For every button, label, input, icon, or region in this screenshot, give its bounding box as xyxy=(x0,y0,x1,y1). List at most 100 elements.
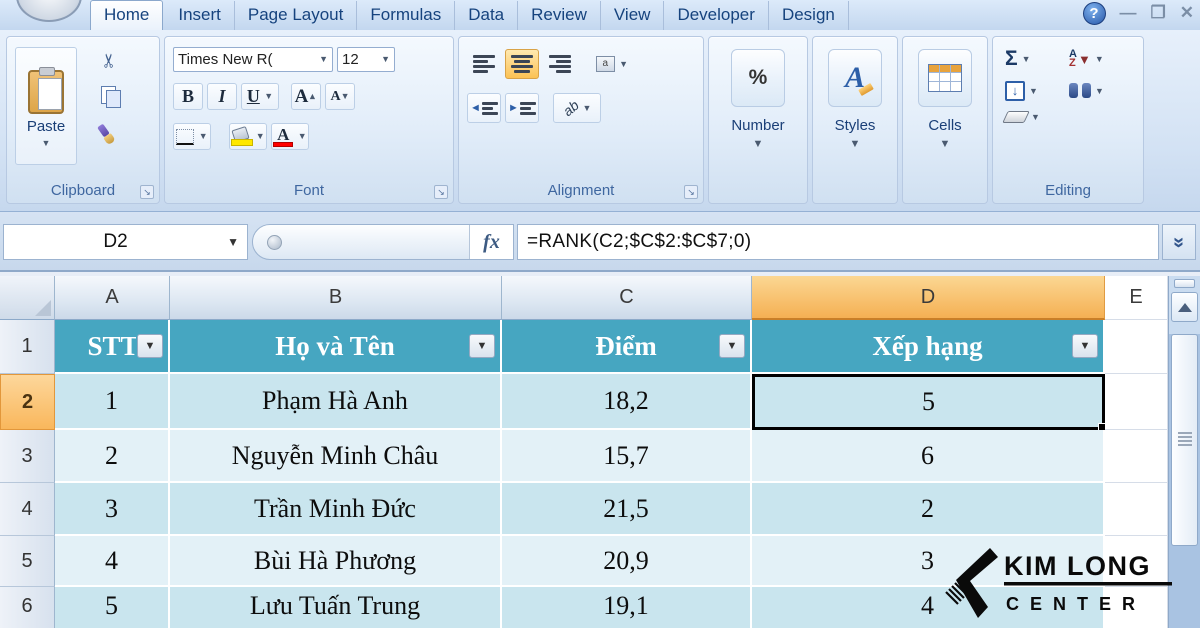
cell-c6[interactable]: 19,1 xyxy=(502,587,752,628)
row-header-3[interactable]: 3 xyxy=(0,430,55,483)
cell-e3[interactable] xyxy=(1105,430,1168,483)
tab-review[interactable]: Review xyxy=(518,1,601,30)
format-painter-button[interactable] xyxy=(93,119,127,145)
cut-button[interactable]: ✂ xyxy=(93,47,127,73)
filter-dropdown-icon[interactable]: ▼ xyxy=(137,334,163,358)
filter-dropdown-icon[interactable]: ▼ xyxy=(719,334,745,358)
borders-button[interactable]: ▼ xyxy=(173,123,211,150)
cell-b4[interactable]: Trần Minh Đức xyxy=(170,483,502,536)
font-name-dropdown-icon[interactable]: ▼ xyxy=(319,55,328,64)
column-header-c[interactable]: C xyxy=(502,276,752,320)
filter-dropdown-icon[interactable]: ▼ xyxy=(1072,334,1098,358)
tab-data[interactable]: Data xyxy=(455,1,518,30)
row-header-5[interactable]: 5 xyxy=(0,536,55,587)
row-header-6[interactable]: 6 xyxy=(0,587,55,628)
number-dropdown-icon[interactable]: ▼ xyxy=(753,138,764,150)
find-dropdown-icon[interactable]: ▼ xyxy=(1095,87,1104,96)
row-header-1[interactable]: 1 xyxy=(0,320,55,374)
name-box-dropdown-icon[interactable]: ▼ xyxy=(227,236,239,248)
cell-a4[interactable]: 3 xyxy=(55,483,170,536)
filter-dropdown-icon[interactable]: ▼ xyxy=(469,334,495,358)
cell-b6[interactable]: Lưu Tuấn Trung xyxy=(170,587,502,628)
insert-function-button[interactable]: fx xyxy=(469,225,513,259)
cell-c3[interactable]: 15,7 xyxy=(502,430,752,483)
bold-button[interactable]: B xyxy=(173,83,203,110)
cell-c2[interactable]: 18,2 xyxy=(502,374,752,430)
name-box[interactable]: D2 ▼ xyxy=(3,224,248,260)
clear-dropdown-icon[interactable]: ▼ xyxy=(1031,113,1040,122)
help-icon[interactable]: ? xyxy=(1083,2,1106,25)
autosum-dropdown-icon[interactable]: ▼ xyxy=(1022,55,1031,64)
font-name-combo[interactable]: Times New R( ▼ xyxy=(173,47,333,72)
split-handle[interactable] xyxy=(1174,279,1195,288)
row-header-2[interactable]: 2 xyxy=(0,374,55,430)
header-cell-hovaten[interactable]: Họ và Tên ▼ xyxy=(170,320,502,374)
cells-button[interactable] xyxy=(918,49,972,107)
tab-page-layout[interactable]: Page Layout xyxy=(235,1,357,30)
font-color-button[interactable]: A ▼ xyxy=(271,123,309,150)
fill-button[interactable]: ↓▼ xyxy=(1005,81,1069,101)
borders-dropdown-icon[interactable]: ▼ xyxy=(199,132,208,141)
increase-indent-button[interactable]: ► xyxy=(505,93,539,123)
cell-d3[interactable]: 6 xyxy=(752,430,1105,483)
font-color-dropdown-icon[interactable]: ▼ xyxy=(298,132,307,141)
font-size-dropdown-icon[interactable]: ▼ xyxy=(381,55,390,64)
cell-c5[interactable]: 20,9 xyxy=(502,536,752,587)
underline-button[interactable]: U ▼ xyxy=(241,83,279,110)
alignment-dialog-launcher-icon[interactable]: ↘ xyxy=(684,185,698,199)
align-left-button[interactable] xyxy=(467,49,501,79)
tab-view[interactable]: View xyxy=(601,1,665,30)
merge-center-button[interactable]: a ▼ xyxy=(595,49,629,79)
paste-button[interactable]: Paste ▼ xyxy=(15,47,77,165)
cell-c4[interactable]: 21,5 xyxy=(502,483,752,536)
scroll-up-icon[interactable] xyxy=(1171,292,1198,322)
sort-filter-button[interactable]: AZ ▼ ▼ xyxy=(1069,47,1133,71)
header-cell-diem[interactable]: Điểm ▼ xyxy=(502,320,752,374)
paste-dropdown-icon[interactable]: ▼ xyxy=(42,139,51,148)
column-header-e[interactable]: E xyxy=(1105,276,1168,320)
find-select-button[interactable]: ▼ xyxy=(1069,81,1133,101)
selected-cell-d2[interactable]: 5 xyxy=(752,374,1105,430)
fill-color-dropdown-icon[interactable]: ▼ xyxy=(256,132,265,141)
cell-b2[interactable]: Phạm Hà Anh xyxy=(170,374,502,430)
clipboard-dialog-launcher-icon[interactable]: ↘ xyxy=(140,185,154,199)
cell-b5[interactable]: Bùi Hà Phương xyxy=(170,536,502,587)
fill-color-button[interactable]: ▼ xyxy=(229,123,267,150)
formula-input[interactable]: =RANK(C2;$C$2:$C$7;0) xyxy=(517,224,1159,260)
tab-developer[interactable]: Developer xyxy=(664,1,769,30)
row-header-4[interactable]: 4 xyxy=(0,483,55,536)
align-right-button[interactable] xyxy=(543,49,577,79)
number-format-button[interactable]: % xyxy=(731,49,785,107)
column-header-d[interactable]: D xyxy=(752,276,1105,320)
close-button[interactable]: ✕ xyxy=(1180,3,1194,23)
copy-button[interactable] xyxy=(93,83,127,109)
restore-button[interactable]: ❐ xyxy=(1151,3,1166,23)
font-dialog-launcher-icon[interactable]: ↘ xyxy=(434,185,448,199)
cells-dropdown-icon[interactable]: ▼ xyxy=(940,138,951,150)
shrink-font-button[interactable]: A▼ xyxy=(325,83,355,110)
cell-a6[interactable]: 5 xyxy=(55,587,170,628)
cell-e2[interactable] xyxy=(1105,374,1168,430)
scrollbar-thumb[interactable] xyxy=(1171,334,1198,546)
merge-dropdown-icon[interactable]: ▼ xyxy=(619,60,628,69)
italic-button[interactable]: I xyxy=(207,83,237,110)
minimize-button[interactable]: — xyxy=(1120,3,1137,23)
font-size-combo[interactable]: 12 ▼ xyxy=(337,47,395,72)
header-cell-xephang[interactable]: Xếp hạng ▼ xyxy=(752,320,1105,374)
cell-b3[interactable]: Nguyễn Minh Châu xyxy=(170,430,502,483)
align-center-button[interactable] xyxy=(505,49,539,79)
fill-dropdown-icon[interactable]: ▼ xyxy=(1029,87,1038,96)
formula-bar-expand-button[interactable]: » xyxy=(1162,224,1196,260)
grow-font-button[interactable]: A▼ xyxy=(291,83,321,110)
orientation-button[interactable]: ab ▼ xyxy=(553,93,601,123)
underline-dropdown-icon[interactable]: ▼ xyxy=(264,92,273,101)
cell-a3[interactable]: 2 xyxy=(55,430,170,483)
cell-a5[interactable]: 4 xyxy=(55,536,170,587)
select-all-corner[interactable] xyxy=(0,276,55,320)
cell-a2[interactable]: 1 xyxy=(55,374,170,430)
column-header-a[interactable]: A xyxy=(55,276,170,320)
cell-d4[interactable]: 2 xyxy=(752,483,1105,536)
cell-e4[interactable] xyxy=(1105,483,1168,536)
office-button[interactable] xyxy=(16,0,82,22)
styles-button[interactable]: A xyxy=(828,49,882,107)
